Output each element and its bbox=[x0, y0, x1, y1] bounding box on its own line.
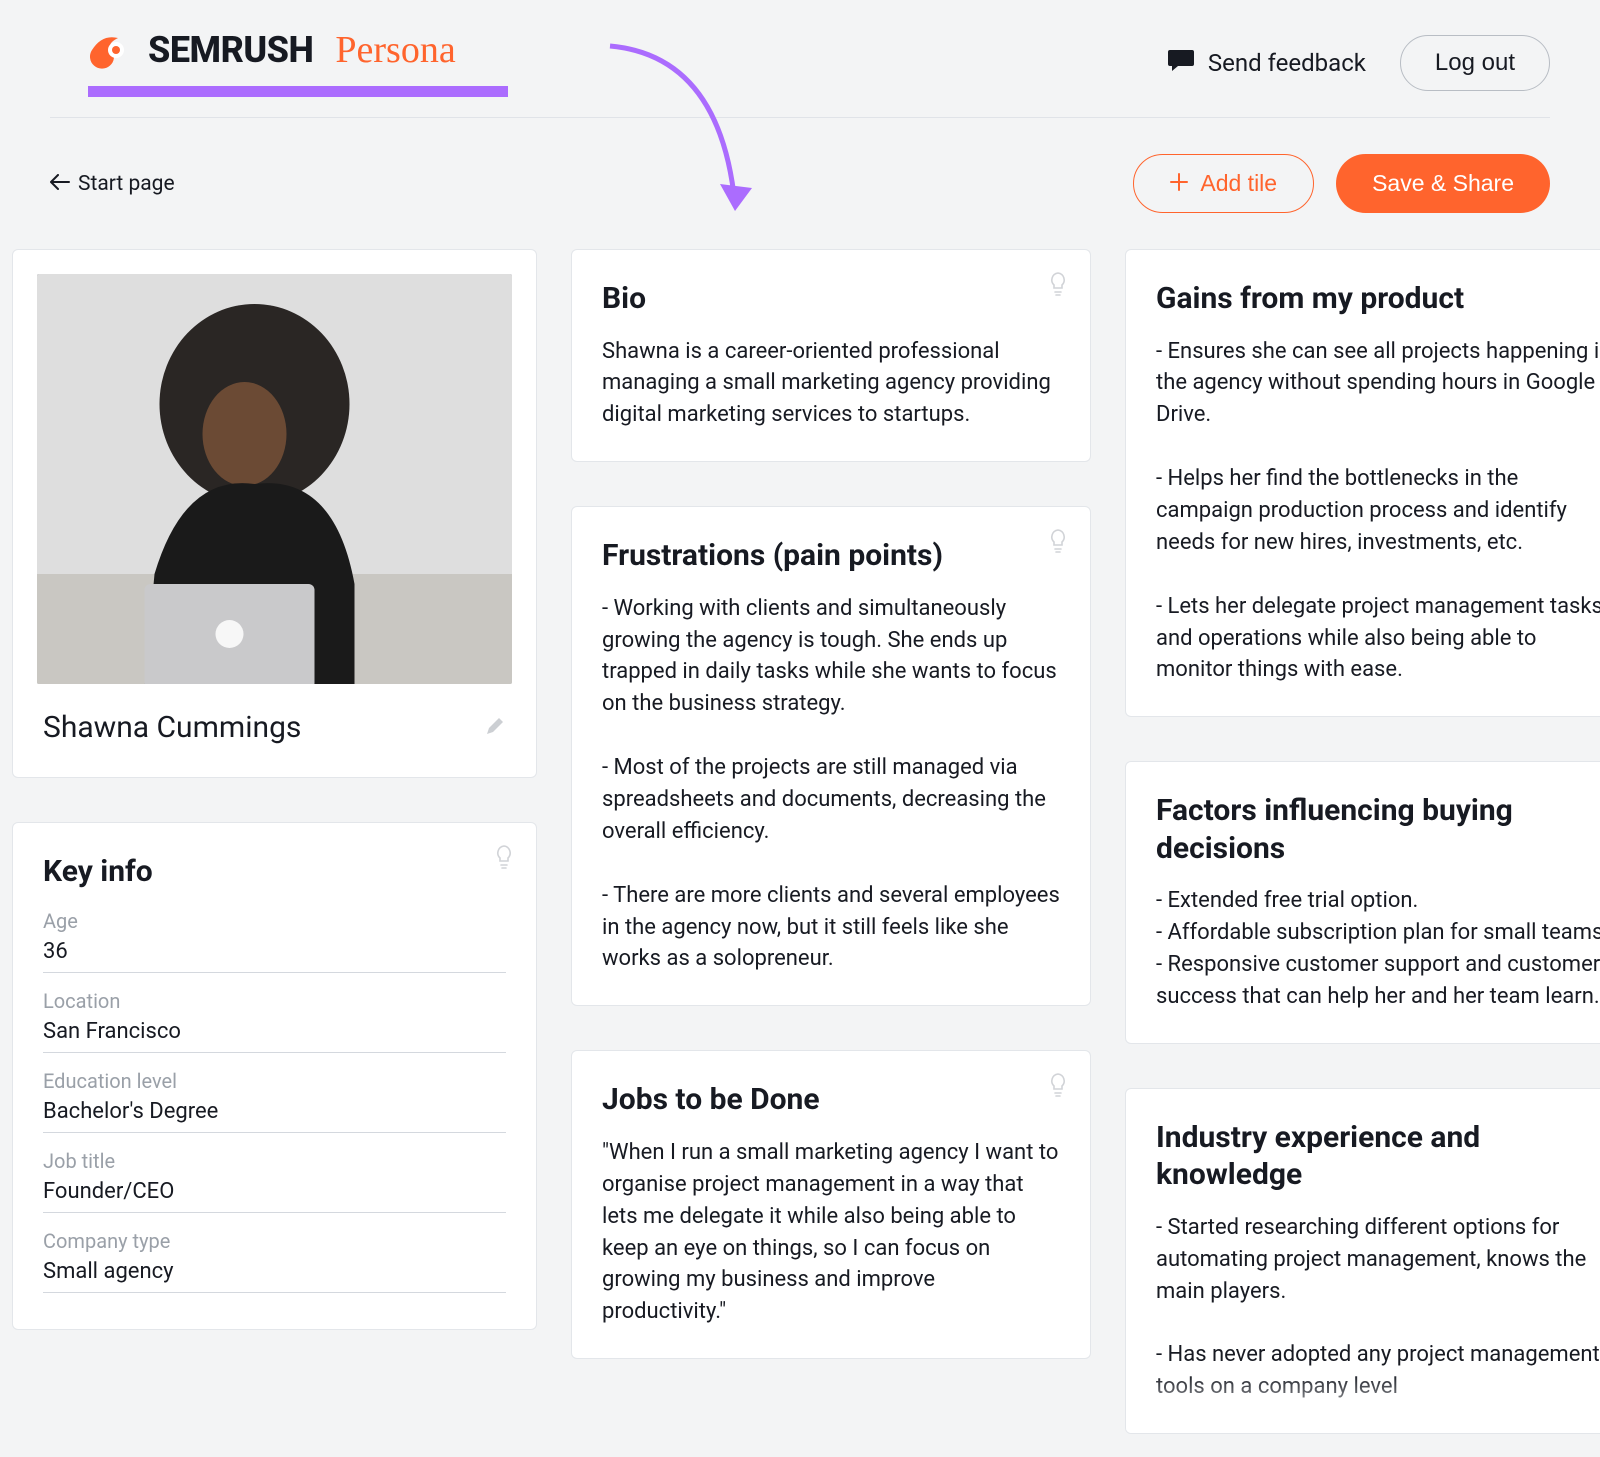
tiles-grid: Shawna Cummings Key info Age 36 Location Sa… bbox=[0, 249, 1600, 1434]
add-tile-button[interactable]: Add tile bbox=[1133, 154, 1314, 213]
persona-photo[interactable] bbox=[37, 274, 512, 684]
gains-title: Gains from my product bbox=[1156, 280, 1600, 318]
field-value[interactable]: Bachelor's Degree bbox=[43, 1099, 506, 1133]
field-value[interactable]: Small agency bbox=[43, 1259, 506, 1293]
lightbulb-icon[interactable] bbox=[1048, 529, 1068, 553]
save-share-button[interactable]: Save & Share bbox=[1336, 154, 1550, 213]
field-value[interactable]: San Francisco bbox=[43, 1019, 506, 1053]
field-value[interactable]: Founder/CEO bbox=[43, 1179, 506, 1213]
factors-title: Factors influencing buying decisions bbox=[1156, 792, 1600, 867]
industry-title: Industry experience and knowledge bbox=[1156, 1119, 1600, 1194]
field-label: Education level bbox=[43, 1069, 506, 1093]
annotation-underline bbox=[88, 86, 508, 97]
bio-body[interactable]: Shawna is a career-oriented professional… bbox=[602, 336, 1060, 432]
start-page-link[interactable]: Start page bbox=[50, 172, 175, 196]
industry-card: Industry experience and knowledge - Star… bbox=[1125, 1088, 1600, 1434]
lightbulb-icon[interactable] bbox=[1048, 1073, 1068, 1097]
bio-title: Bio bbox=[602, 280, 1060, 318]
brand-sub: Persona bbox=[335, 28, 455, 72]
logout-label: Log out bbox=[1435, 49, 1515, 76]
toolbar: Start page Add tile Save & Share bbox=[0, 118, 1600, 249]
gains-card: Gains from my product - Ensures she can … bbox=[1125, 249, 1600, 717]
frustrations-title: Frustrations (pain points) bbox=[602, 537, 1060, 575]
field-label: Age bbox=[43, 909, 506, 933]
lightbulb-icon[interactable] bbox=[494, 845, 514, 869]
key-info-field: Education level Bachelor's Degree bbox=[43, 1069, 506, 1133]
send-feedback-label: Send feedback bbox=[1208, 49, 1366, 77]
field-value[interactable]: 36 bbox=[43, 939, 506, 973]
frustrations-body[interactable]: - Working with clients and simultaneousl… bbox=[602, 593, 1060, 976]
key-info-title: Key info bbox=[43, 853, 506, 891]
plus-icon bbox=[1170, 170, 1188, 197]
app-header: SEMRUSH Persona Send feedback Log out bbox=[0, 0, 1600, 107]
jobs-card: Jobs to be Done "When I run a small mark… bbox=[571, 1050, 1091, 1359]
send-feedback-link[interactable]: Send feedback bbox=[1168, 48, 1366, 78]
field-label: Job title bbox=[43, 1149, 506, 1173]
key-info-field: Company type Small agency bbox=[43, 1229, 506, 1293]
jobs-title: Jobs to be Done bbox=[602, 1081, 1060, 1119]
fade-overlay bbox=[1126, 1373, 1600, 1433]
flame-icon bbox=[88, 30, 136, 70]
chat-icon bbox=[1168, 48, 1194, 78]
field-label: Company type bbox=[43, 1229, 506, 1253]
pencil-icon[interactable] bbox=[484, 715, 506, 741]
add-tile-label: Add tile bbox=[1200, 170, 1277, 197]
factors-card: Factors influencing buying decisions - E… bbox=[1125, 761, 1600, 1044]
start-page-label: Start page bbox=[78, 172, 175, 196]
lightbulb-icon[interactable] bbox=[1048, 272, 1068, 296]
logout-button[interactable]: Log out bbox=[1400, 35, 1550, 91]
persona-name[interactable]: Shawna Cummings bbox=[43, 710, 301, 745]
key-info-card: Key info Age 36 Location San Francisco Educa… bbox=[12, 822, 537, 1330]
field-label: Location bbox=[43, 989, 506, 1013]
gains-body[interactable]: - Ensures she can see all projects happe… bbox=[1156, 336, 1600, 687]
save-share-label: Save & Share bbox=[1372, 170, 1514, 196]
persona-photo-card: Shawna Cummings bbox=[12, 249, 537, 778]
frustrations-card: Frustrations (pain points) - Working wit… bbox=[571, 506, 1091, 1006]
bio-card: Bio Shawna is a career-oriented professi… bbox=[571, 249, 1091, 462]
factors-body[interactable]: - Extended free trial option. - Affordab… bbox=[1156, 885, 1600, 1013]
key-info-field: Location San Francisco bbox=[43, 989, 506, 1053]
arrow-left-icon bbox=[50, 172, 70, 196]
key-info-field: Age 36 bbox=[43, 909, 506, 973]
logo-block: SEMRUSH Persona bbox=[88, 28, 508, 97]
key-info-field: Job title Founder/CEO bbox=[43, 1149, 506, 1213]
brand-main: SEMRUSH bbox=[148, 29, 313, 71]
jobs-body[interactable]: "When I run a small marketing agency I w… bbox=[602, 1137, 1060, 1328]
